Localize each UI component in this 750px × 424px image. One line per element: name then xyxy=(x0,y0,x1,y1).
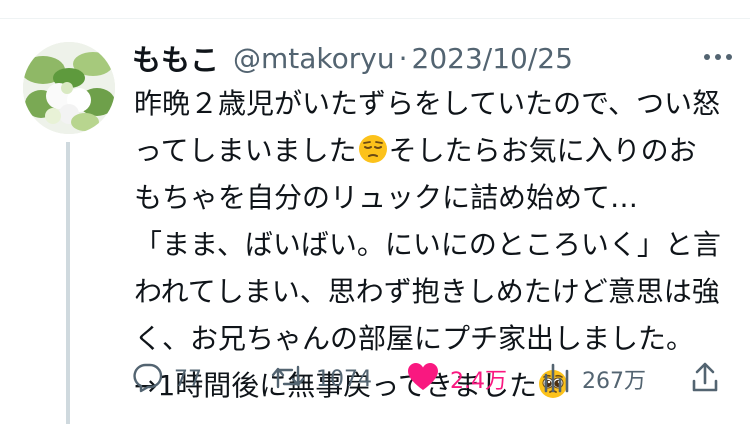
tweet-line: く、お兄ちゃんの部屋にプチ家出しました。 xyxy=(134,322,695,355)
tweet-date[interactable]: 2023/10/25 xyxy=(412,42,573,75)
views-icon xyxy=(542,361,572,397)
retweet-count: 1074 xyxy=(316,366,372,392)
views-count: 267万 xyxy=(582,369,646,394)
like-icon xyxy=(406,361,440,397)
more-icon[interactable] xyxy=(698,42,738,72)
avatar[interactable] xyxy=(23,42,115,134)
retweet-icon xyxy=(270,361,306,397)
like-count: 2.4万 xyxy=(450,369,507,394)
tweet-line-segment: ってしまいました xyxy=(134,134,357,167)
reply-count: 77 xyxy=(174,366,202,392)
tweet-line: 昨晩２歳児がいたずらをしていたので、つい怒 xyxy=(134,87,721,120)
reply-icon xyxy=(132,361,164,397)
tweet-header: ももこ @mtakoryu · 2023/10/25 xyxy=(132,38,573,78)
tweet-line: われてしまい、思わず抱きしめたけど意思は強 xyxy=(134,275,720,308)
tweet-line: ってしまいました そしたらお気に入りのお xyxy=(134,127,734,174)
top-divider xyxy=(0,18,750,19)
tweet-line-segment: そしたらお気に入りのお xyxy=(388,134,697,167)
share-icon xyxy=(690,361,720,397)
reply-button[interactable]: 77 xyxy=(132,357,202,401)
action-bar: 77 1074 2.4万 267万 xyxy=(130,357,750,401)
avatar-image xyxy=(23,42,115,134)
author-name[interactable]: ももこ xyxy=(132,37,219,79)
tweet-line: もちゃを自分のリュックに詰め始めて… xyxy=(134,181,639,214)
share-button[interactable] xyxy=(690,357,720,401)
retweet-button[interactable]: 1074 xyxy=(270,357,372,401)
author-handle[interactable]: @mtakoryu xyxy=(233,42,395,75)
tweet-line: 「まま、ばいばい。にいにのところいく」と言 xyxy=(134,228,721,261)
separator-dot: · xyxy=(398,41,408,75)
pensive-face-emoji xyxy=(358,131,388,178)
views-button[interactable]: 267万 xyxy=(542,357,646,401)
thread-line xyxy=(66,142,70,424)
like-button[interactable]: 2.4万 xyxy=(406,357,507,401)
